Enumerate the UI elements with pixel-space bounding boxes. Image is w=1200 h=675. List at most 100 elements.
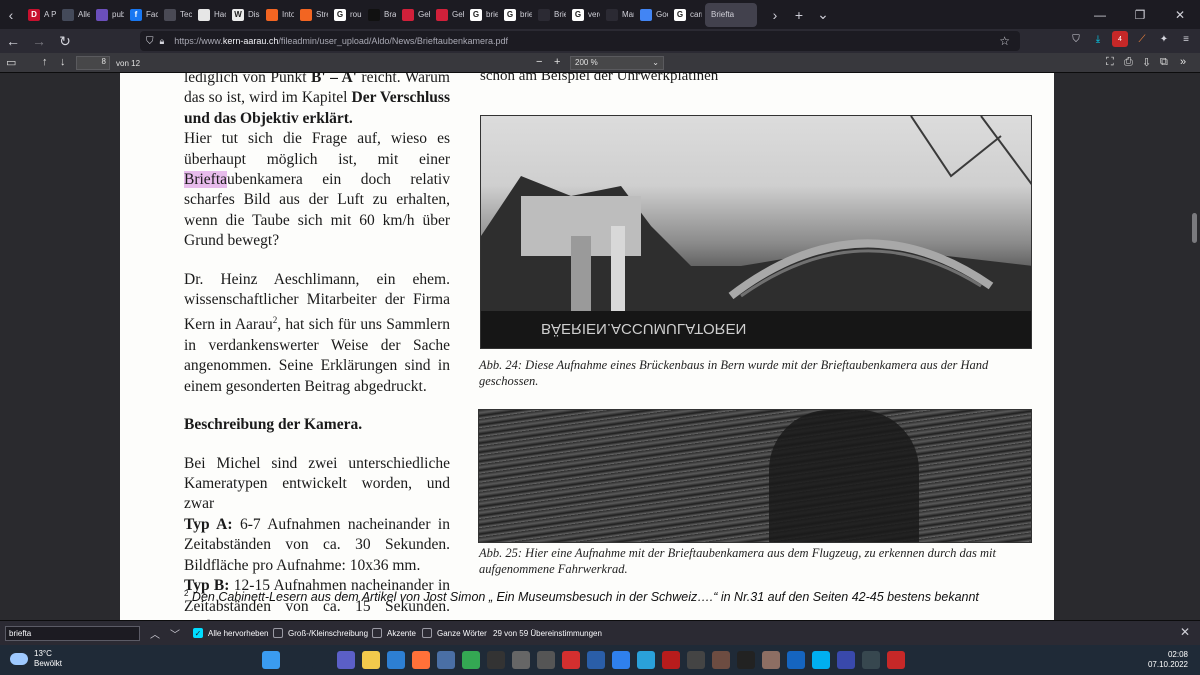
tools-icon[interactable]: »	[1180, 56, 1186, 68]
security-icon[interactable]	[387, 651, 405, 669]
presentation-mode-icon[interactable]: ⛶	[1106, 56, 1114, 69]
active-browser-tab[interactable]: Briefta	[705, 2, 757, 27]
reload-icon[interactable]: ↻	[52, 33, 78, 50]
extension2-icon[interactable]: ⟋	[1134, 31, 1150, 47]
restore-icon[interactable]: ❐	[1120, 8, 1160, 22]
app2-icon[interactable]	[687, 651, 705, 669]
forward-icon[interactable]: →	[26, 33, 52, 49]
pocket-icon[interactable]: ⛉	[1068, 31, 1084, 47]
pdf-icon[interactable]	[562, 651, 580, 669]
match-count: 29 von 59 Übereinstimmungen	[493, 629, 602, 638]
previous-page-icon[interactable]: ↑	[42, 56, 48, 68]
zoom-in-icon[interactable]: +	[554, 56, 560, 68]
close-find-bar-icon[interactable]: ✕	[1180, 625, 1190, 639]
photos-icon[interactable]	[712, 651, 730, 669]
snipping-icon[interactable]	[887, 651, 905, 669]
chrome-icon[interactable]	[462, 651, 480, 669]
list-all-tabs-icon[interactable]: ⌄	[811, 6, 835, 23]
pdf-page: lediglich von Punkt B' – A' reicht. Waru…	[120, 73, 1054, 620]
browser-tab[interactable]: Into T WEDIT	[260, 0, 294, 29]
terminal-icon[interactable]	[737, 651, 755, 669]
tab-scroll-right-icon[interactable]: ›	[763, 7, 787, 23]
news-icon[interactable]	[662, 651, 680, 669]
task-view-icon[interactable]	[312, 651, 330, 669]
firefox-icon[interactable]	[412, 651, 430, 669]
browser-tab[interactable]: Marc	[600, 0, 634, 29]
bookmark-icon[interactable]: ⧉	[1160, 56, 1168, 69]
browser-tab[interactable]: Gcarne	[668, 0, 702, 29]
browser-tab[interactable]: Gbrieft	[498, 0, 532, 29]
browser-tab[interactable]: Techr	[158, 0, 192, 29]
browser-tab[interactable]: Strea	[294, 0, 328, 29]
find-input[interactable]: briefta	[5, 626, 140, 641]
find-next-icon[interactable]: ﹀	[170, 626, 180, 641]
skype-icon[interactable]	[812, 651, 830, 669]
zoom-out-icon[interactable]: −	[536, 56, 542, 68]
url-text[interactable]: https://www.kern-aarau.ch/fileadmin/user…	[174, 36, 508, 46]
browser-tab[interactable]: Brieft	[532, 0, 566, 29]
browser-tab[interactable]: D A Pie	[22, 0, 56, 29]
save-icon[interactable]: ⇩	[1142, 56, 1151, 69]
browser-tab[interactable]: Hacke	[192, 0, 226, 29]
tab-title: Strea	[316, 10, 328, 19]
telegram-icon[interactable]	[637, 651, 655, 669]
browser-tab[interactable]: Gehir	[396, 0, 430, 29]
camera-icon[interactable]	[512, 651, 530, 669]
library-icon[interactable]	[762, 651, 780, 669]
music-icon[interactable]	[537, 651, 555, 669]
search-icon[interactable]	[287, 651, 305, 669]
media-icon[interactable]	[487, 651, 505, 669]
browser-tab[interactable]: Gehir	[430, 0, 464, 29]
app3-icon[interactable]	[837, 651, 855, 669]
menu-icon[interactable]: ≡	[1178, 31, 1194, 47]
mail-icon[interactable]	[612, 651, 630, 669]
file-explorer-icon[interactable]	[362, 651, 380, 669]
browser-tab[interactable]: Ground	[328, 0, 362, 29]
page-number-input[interactable]: 8	[76, 56, 110, 70]
match-diacritics-checkbox[interactable]: Akzente	[372, 628, 416, 638]
tab-favicon-icon	[266, 8, 278, 21]
bookmark-star-icon[interactable]: ☆	[999, 34, 1010, 48]
new-tab-icon[interactable]: +	[787, 7, 811, 23]
vertical-scrollbar[interactable]	[1192, 213, 1197, 243]
tab-title: Marc	[622, 10, 634, 19]
back-icon[interactable]: ←	[0, 33, 26, 49]
shield-icon[interactable]: ⛉	[146, 36, 154, 47]
browser-tab[interactable]: Brain	[362, 0, 396, 29]
windows-start-icon[interactable]	[262, 651, 280, 669]
lock-icon[interactable]: 🔒︎	[160, 36, 165, 47]
browser-tab[interactable]: W Disko	[226, 0, 260, 29]
teams-icon[interactable]	[337, 651, 355, 669]
browser-tab[interactable]: f Faceb	[124, 0, 158, 29]
browser-tab[interactable]: Gbrieft	[464, 0, 498, 29]
highlight-all-checkbox[interactable]: ✓ Alle hervorheben	[193, 628, 268, 638]
next-page-icon[interactable]: ↓	[60, 56, 66, 68]
browser-tab[interactable]: public	[90, 0, 124, 29]
tab-scroll-left-icon[interactable]: ‹	[0, 0, 22, 29]
browser-tab[interactable]: Alleg	[56, 0, 90, 29]
app4-icon[interactable]	[862, 651, 880, 669]
url-bar[interactable]: ⛉ 🔒︎ https://www.kern-aarau.ch/fileadmin…	[140, 31, 1020, 51]
minimize-icon[interactable]: —	[1080, 8, 1120, 22]
browser-tab[interactable]: Gverdir	[566, 0, 600, 29]
notes-icon[interactable]	[787, 651, 805, 669]
zoom-select[interactable]: 200 % ⌄	[570, 56, 664, 70]
extension-icon[interactable]: 4	[1112, 31, 1128, 47]
app-icon[interactable]	[437, 651, 455, 669]
whole-words-checkbox[interactable]: Ganze Wörter	[422, 628, 487, 638]
sidebar-toggle-icon[interactable]: ▭	[6, 56, 16, 69]
powershell-icon[interactable]	[587, 651, 605, 669]
pdf-viewer[interactable]: lediglich von Punkt B' – A' reicht. Waru…	[0, 73, 1200, 620]
weather-widget[interactable]: 13°C Bewölkt	[10, 649, 62, 669]
close-window-icon[interactable]: ✕	[1160, 8, 1200, 22]
aerial-photo	[478, 409, 1032, 543]
print-icon[interactable]: ⎙	[1124, 56, 1133, 69]
downloads-icon[interactable]: ⤓	[1090, 31, 1106, 47]
extensions-menu-icon[interactable]: ✦	[1156, 31, 1172, 47]
clock[interactable]: 02:08 07.10.2022	[1148, 650, 1188, 670]
find-previous-icon[interactable]: ︿	[150, 626, 160, 641]
tab-favicon-icon: G	[504, 8, 516, 21]
browser-tab[interactable]: Goog	[634, 0, 668, 29]
tab-favicon-icon	[436, 8, 448, 21]
match-case-checkbox[interactable]: Groß-/Kleinschreibung	[273, 628, 368, 638]
